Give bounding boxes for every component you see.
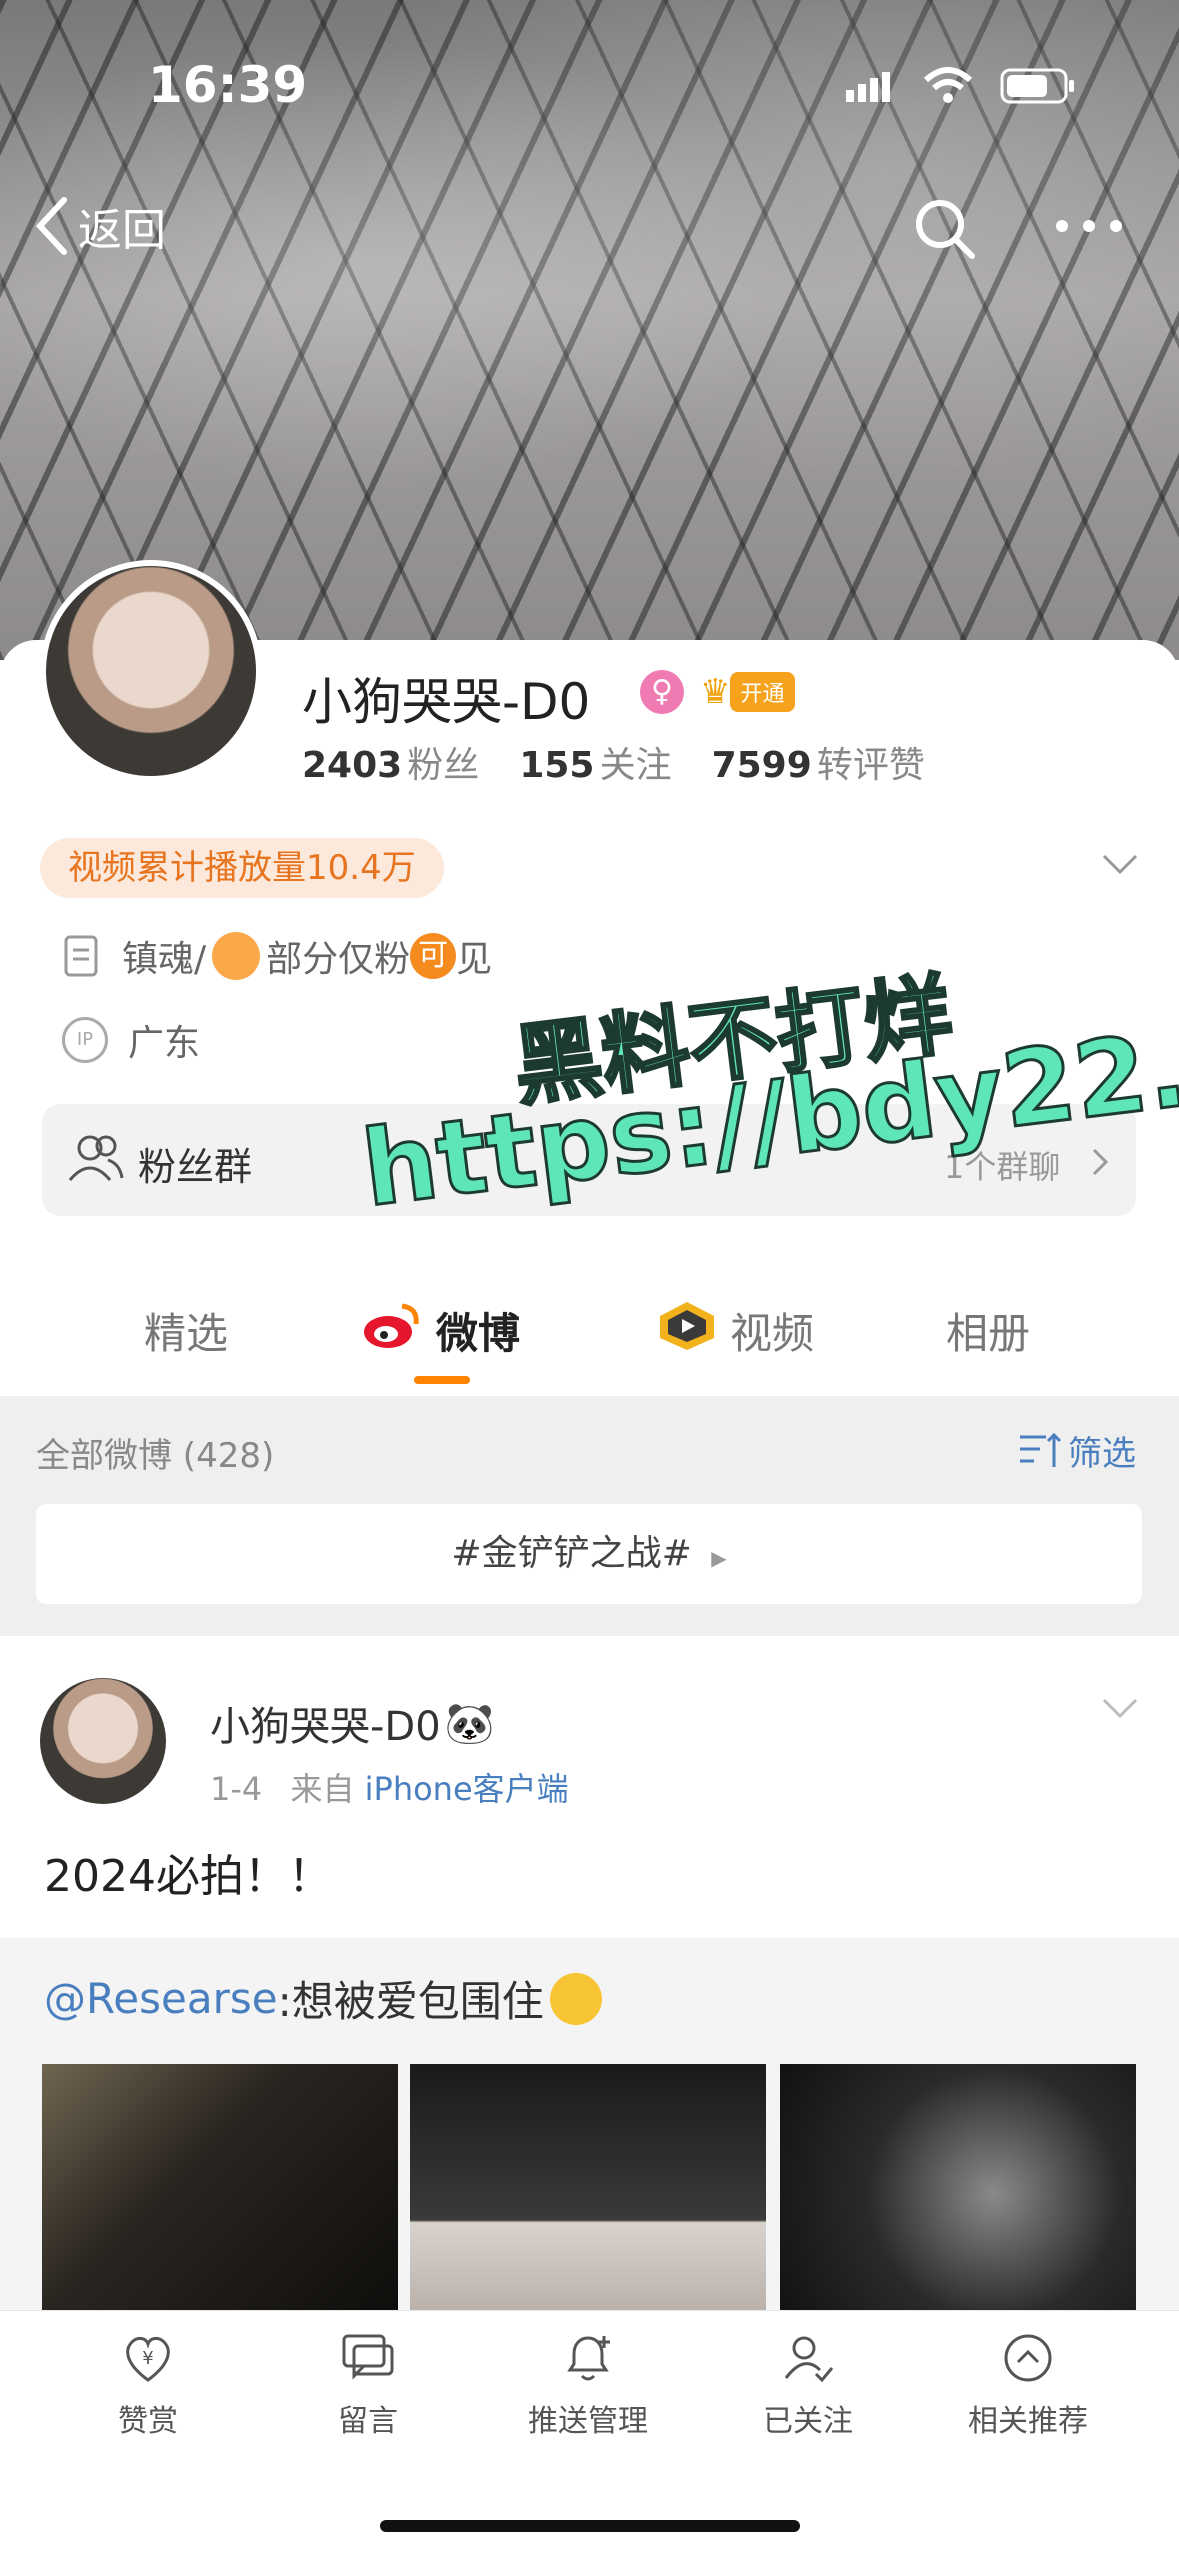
signal-icon bbox=[846, 70, 890, 108]
svg-text:¥: ¥ bbox=[142, 2348, 153, 2369]
post-source[interactable]: iPhone客户端 bbox=[365, 1770, 569, 1808]
message-label: 留言 bbox=[338, 2404, 398, 2439]
bio-prefix: 镇魂/ bbox=[122, 939, 207, 980]
post-author[interactable]: 小狗哭哭-D0 🐼 bbox=[210, 1694, 495, 1752]
fans-group-label: 粉丝群 bbox=[138, 1145, 253, 1189]
wifi-icon bbox=[922, 66, 974, 110]
chevron-right-icon bbox=[1090, 1146, 1110, 1182]
play-arrow-icon: ▶ bbox=[711, 1546, 727, 1570]
all-weibo-count: 全部微博 (428) bbox=[36, 1436, 275, 1476]
followed-label: 已关注 bbox=[763, 2404, 853, 2439]
image-thumb-2[interactable] bbox=[410, 2064, 766, 2324]
home-indicator[interactable] bbox=[380, 2520, 800, 2532]
stat-following[interactable]: 155 关注 bbox=[519, 736, 671, 788]
video-play-badge[interactable]: 视频累计播放量10.4万 bbox=[40, 838, 444, 898]
pleading-face-icon bbox=[549, 1972, 602, 2025]
search-icon[interactable] bbox=[912, 196, 978, 266]
weibo-logo-icon bbox=[362, 1300, 422, 1354]
image-thumb-1[interactable] bbox=[42, 2064, 398, 2324]
user-check-icon bbox=[784, 2336, 834, 2383]
ip-icon: IP bbox=[62, 1017, 108, 1063]
stat-reposts[interactable]: 7599 转评赞 bbox=[712, 736, 925, 788]
fans-group-icon bbox=[68, 1132, 124, 1188]
bio-row: 镇魂/ 部分仅粉 可 见 bbox=[62, 930, 492, 982]
stat-following-num: 155 bbox=[519, 745, 595, 786]
post-source-prefix: 来自 bbox=[290, 1770, 355, 1808]
panda-icon: 🐼 bbox=[444, 1700, 495, 1747]
related-recommend-button[interactable]: 相关推荐 bbox=[938, 2330, 1118, 2440]
post-date: 1-4 bbox=[210, 1770, 263, 1808]
vip-badge[interactable]: ♛ 开通 bbox=[700, 670, 795, 714]
stat-reposts-num: 7599 bbox=[711, 745, 812, 786]
reward-icon: ¥ bbox=[126, 2336, 170, 2382]
repost-text: :想被爱包围住 bbox=[277, 1977, 544, 2026]
tab-video[interactable]: 视频 bbox=[730, 1300, 814, 1361]
chevron-up-circle-icon bbox=[1004, 2334, 1052, 2382]
image-thumb-3[interactable] bbox=[780, 2064, 1136, 2324]
chevron-left-icon bbox=[35, 197, 67, 255]
stat-fans-label: 粉丝 bbox=[407, 745, 480, 786]
stats-row: 2403 粉丝 155 关注 7599 转评赞 bbox=[302, 736, 925, 788]
push-manage-label: 推送管理 bbox=[528, 2404, 648, 2439]
stat-fans-num: 2403 bbox=[302, 745, 403, 786]
stat-following-label: 关注 bbox=[599, 745, 672, 786]
bio-ke-emoji: 可 bbox=[410, 933, 457, 979]
filter-button[interactable]: 筛选 bbox=[1018, 1426, 1136, 1475]
reward-button[interactable]: ¥ 赞赏 bbox=[58, 2330, 238, 2440]
surfer-icon bbox=[212, 932, 261, 980]
battery-icon bbox=[1000, 68, 1076, 108]
post-menu-chevron-icon[interactable] bbox=[1100, 1696, 1140, 1724]
filter-icon bbox=[1020, 1432, 1062, 1467]
post-meta: 1-4 来自 iPhone客户端 bbox=[210, 1764, 569, 1810]
tab-album[interactable]: 相册 bbox=[946, 1300, 1030, 1361]
document-icon bbox=[64, 935, 98, 977]
reward-label: 赞赏 bbox=[118, 2404, 178, 2439]
crown-icon: ♛ bbox=[700, 672, 731, 712]
more-icon[interactable] bbox=[1054, 216, 1124, 240]
message-button[interactable]: 留言 bbox=[278, 2330, 458, 2440]
profile-name: 小狗哭哭-D0 bbox=[302, 673, 591, 731]
video-tab-icon bbox=[656, 1300, 718, 1356]
repost-user[interactable]: @Researse bbox=[44, 1974, 278, 2023]
post-text: 2024必拍！！ bbox=[44, 1851, 332, 1902]
location-row: IP 广东 bbox=[62, 1014, 200, 1066]
avatar[interactable] bbox=[40, 560, 262, 782]
tab-underline bbox=[414, 1376, 470, 1384]
repost-text-row: @Researse :想被爱包围住 bbox=[44, 1968, 602, 2029]
followed-button[interactable]: 已关注 bbox=[718, 2330, 898, 2440]
tab-featured[interactable]: 精选 bbox=[144, 1300, 228, 1361]
tab-weibo[interactable]: 微博 bbox=[436, 1300, 520, 1361]
stat-reposts-label: 转评赞 bbox=[816, 745, 925, 786]
gender-icon: ♀ bbox=[640, 670, 684, 714]
back-label: 返回 bbox=[78, 205, 166, 256]
back-button[interactable]: 返回 bbox=[34, 194, 166, 258]
bell-icon bbox=[567, 2336, 610, 2381]
post-avatar[interactable] bbox=[40, 1678, 166, 1804]
stat-fans[interactable]: 2403 粉丝 bbox=[302, 736, 479, 788]
bio-suffix: 见 bbox=[456, 939, 493, 980]
topic-banner[interactable]: #金铲铲之战# ▶ bbox=[36, 1504, 1142, 1604]
push-manage-button[interactable]: 推送管理 bbox=[498, 2330, 678, 2440]
related-recommend-label: 相关推荐 bbox=[968, 2404, 1088, 2439]
post-author-name: 小狗哭哭-D0 bbox=[210, 1704, 441, 1750]
location-text: 广东 bbox=[128, 1023, 201, 1064]
message-icon bbox=[342, 2334, 394, 2380]
expand-chevron-icon[interactable] bbox=[1100, 852, 1140, 880]
bio-mid: 部分仅粉 bbox=[266, 939, 411, 980]
vip-badge-label: 开通 bbox=[730, 672, 795, 712]
status-time: 16:39 bbox=[148, 56, 308, 114]
topic-text: #金铲铲之战# bbox=[451, 1533, 692, 1574]
filter-label: 筛选 bbox=[1068, 1434, 1136, 1474]
